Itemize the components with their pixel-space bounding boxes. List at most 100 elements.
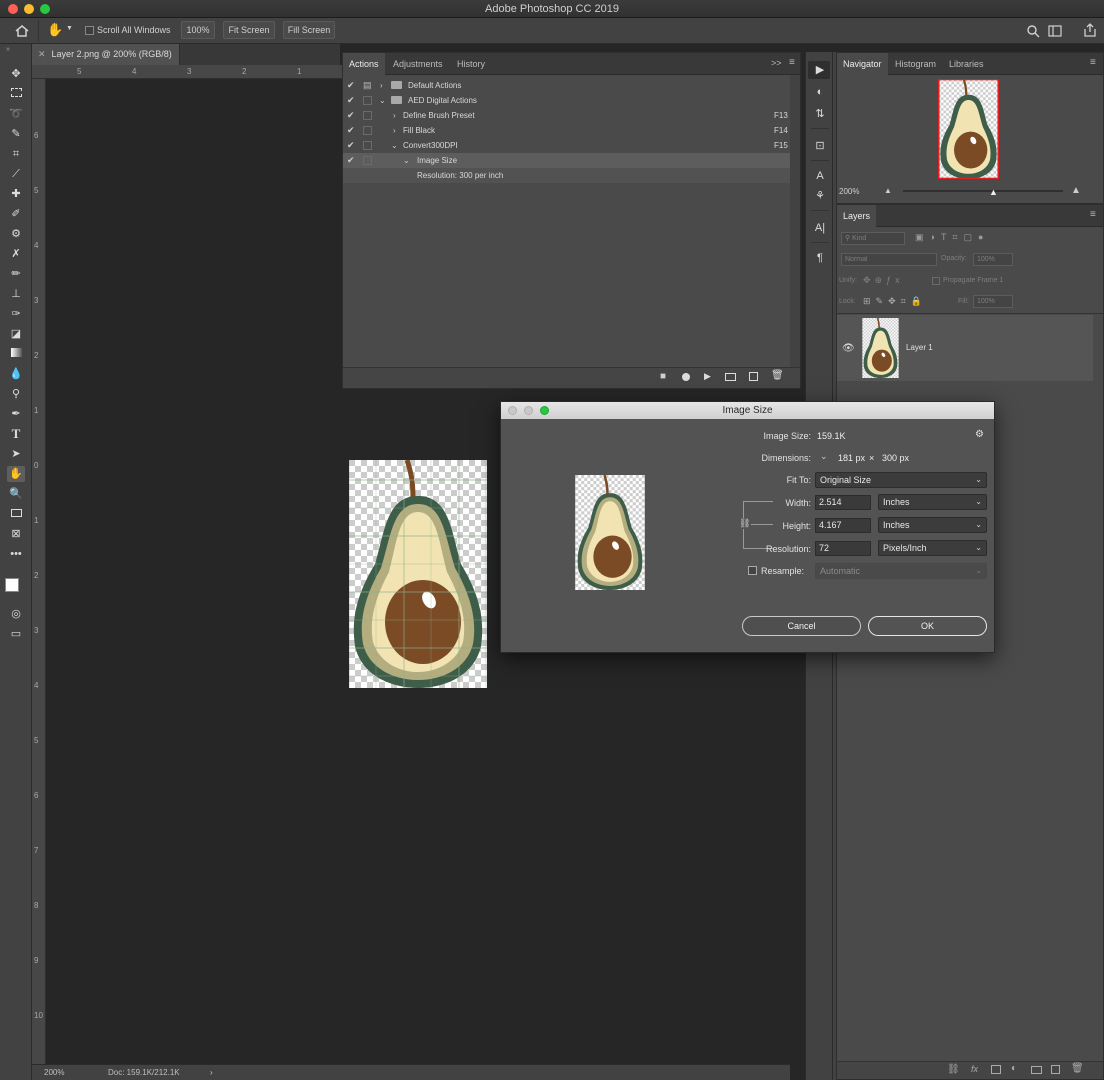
- lasso-tool-icon[interactable]: ➰: [7, 106, 25, 122]
- resample-select[interactable]: Automatic ⌄: [815, 563, 987, 579]
- stamp-tool-icon[interactable]: ⊥: [7, 286, 25, 302]
- screen-mode-icon[interactable]: ▭: [7, 626, 25, 642]
- marquee-tool-icon[interactable]: [7, 86, 25, 102]
- layer-filter-kind[interactable]: ⚲ Kind: [841, 232, 905, 245]
- link-layers-icon[interactable]: ⛓: [947, 1064, 960, 1075]
- height-unit-select[interactable]: Inches ⌄: [878, 517, 987, 533]
- frame-tool-icon[interactable]: ⊠: [7, 526, 25, 542]
- eraser-tool-icon[interactable]: ◪: [7, 326, 25, 342]
- chevron-right-icon[interactable]: ›: [380, 78, 383, 93]
- toggle-dialog-box[interactable]: [363, 141, 372, 150]
- crop-tool-icon[interactable]: ⌗: [7, 146, 25, 162]
- fit-screen-button[interactable]: Fit Screen: [223, 21, 275, 39]
- visibility-eye-icon[interactable]: 👁: [842, 343, 855, 354]
- zoom-100-button[interactable]: 100%: [181, 21, 215, 39]
- brush-tool-icon[interactable]: ✐: [7, 206, 25, 222]
- new-group-icon[interactable]: [1031, 1066, 1042, 1074]
- home-icon[interactable]: [14, 23, 30, 39]
- dimensions-chevron-icon[interactable]: ⌄: [820, 451, 828, 462]
- close-window-button[interactable]: [8, 4, 18, 14]
- delete-layer-icon[interactable]: 🗑: [1071, 1063, 1084, 1074]
- quick-mask-icon[interactable]: ◎: [7, 606, 25, 622]
- history-brush-tool-icon[interactable]: ✗: [7, 246, 25, 262]
- zoom-out-icon[interactable]: ▲: [884, 186, 892, 195]
- tab-history[interactable]: History: [451, 53, 491, 75]
- scroll-all-windows-checkbox[interactable]: [85, 26, 94, 35]
- search-icon[interactable]: [1026, 24, 1040, 38]
- blur-tool-icon[interactable]: 💧: [7, 366, 25, 382]
- cancel-button[interactable]: Cancel: [742, 616, 861, 636]
- eyedropper-tool-icon[interactable]: ⟋: [7, 166, 25, 182]
- pen-tool-icon[interactable]: ✒: [7, 406, 25, 422]
- type-tool-icon[interactable]: T: [7, 426, 25, 442]
- resolution-unit-select[interactable]: Pixels/Inch ⌄: [878, 540, 987, 556]
- action-row[interactable]: ✔ › Define Brush Preset F13: [343, 108, 790, 123]
- resolution-input[interactable]: 72: [815, 541, 871, 556]
- propagate-checkbox[interactable]: [932, 277, 940, 285]
- dialog-minimize-button[interactable]: [524, 406, 533, 415]
- dialog-zoom-button[interactable]: [540, 406, 549, 415]
- toggle-dialog-box[interactable]: [363, 126, 372, 135]
- action-set-row[interactable]: ✔ ▤ › Default Actions: [343, 78, 790, 93]
- image-preview[interactable]: [575, 475, 645, 590]
- paint-brush-tool-icon[interactable]: ✏: [7, 266, 25, 282]
- height-input[interactable]: 4.167: [815, 518, 871, 533]
- layer-row[interactable]: 👁 Layer 1: [837, 315, 1093, 381]
- chevron-right-icon[interactable]: ›: [393, 123, 396, 138]
- adjustments-dock-icon[interactable]: ◐: [812, 84, 828, 100]
- width-unit-select[interactable]: Inches ⌄: [878, 494, 987, 510]
- trash-icon[interactable]: 🗑: [771, 370, 784, 381]
- resample-checkbox[interactable]: [748, 566, 757, 575]
- path-selection-tool-icon[interactable]: ➤: [7, 446, 25, 462]
- toggle-dialog-box[interactable]: [363, 156, 372, 165]
- add-mask-icon[interactable]: [991, 1065, 1001, 1074]
- action-toggle-check-icon[interactable]: ✔: [347, 78, 357, 93]
- tab-navigator[interactable]: Navigator: [837, 53, 888, 75]
- action-row[interactable]: ✔ › Fill Black F14: [343, 123, 790, 138]
- new-layer-icon[interactable]: [1051, 1065, 1060, 1074]
- navigator-zoom-value[interactable]: 200%: [839, 187, 859, 196]
- brush-settings-dock-icon[interactable]: ⊡: [812, 138, 828, 154]
- gradient-tool-icon[interactable]: [7, 346, 25, 362]
- fill-screen-button[interactable]: Fill Screen: [283, 21, 335, 39]
- fit-to-select[interactable]: Original Size ⌄: [815, 472, 987, 488]
- chevron-down-icon[interactable]: ⌄: [391, 138, 398, 153]
- art-history-brush-icon[interactable]: ✑: [7, 306, 25, 322]
- panel-menu-icon[interactable]: ≡: [1090, 57, 1096, 68]
- rectangle-tool-icon[interactable]: [7, 506, 25, 522]
- layer-filter-icons[interactable]: ▣◑T⌗▢●: [915, 232, 989, 243]
- toggle-dialog-icon[interactable]: ▤: [363, 78, 372, 93]
- status-zoom[interactable]: 200%: [44, 1065, 64, 1080]
- zoom-window-button[interactable]: [40, 4, 50, 14]
- settings-gear-icon[interactable]: ⚙: [975, 429, 984, 440]
- action-toggle-check-icon[interactable]: ✔: [347, 93, 357, 108]
- workspace-icon[interactable]: [1048, 24, 1062, 38]
- new-action-icon[interactable]: [749, 372, 758, 381]
- foreground-color-swatch[interactable]: [5, 578, 19, 592]
- zoom-slider-handle[interactable]: ▲: [989, 187, 998, 197]
- close-tab-icon[interactable]: ✕: [38, 49, 46, 59]
- ok-button[interactable]: OK: [868, 616, 987, 636]
- action-set-row[interactable]: ✔ ⌄ AED Digital Actions: [343, 93, 790, 108]
- panel-menu-icon[interactable]: ≡: [789, 57, 795, 68]
- clone-stamp-tool-icon[interactable]: ⚙: [7, 226, 25, 242]
- play-icon[interactable]: ▶: [704, 371, 711, 382]
- healing-brush-tool-icon[interactable]: ✚: [7, 186, 25, 202]
- unify-icons[interactable]: ✥⊕ƒx: [863, 275, 904, 286]
- navigator-zoom-slider[interactable]: [903, 190, 1063, 192]
- tab-adjustments[interactable]: Adjustments: [387, 53, 449, 75]
- more-tools-icon[interactable]: •••: [7, 546, 25, 562]
- dodge-tool-icon[interactable]: ⚲: [7, 386, 25, 402]
- chevron-down-icon[interactable]: ⌄: [403, 153, 410, 168]
- tab-histogram[interactable]: Histogram: [889, 53, 942, 75]
- actions-scrollbar[interactable]: [790, 75, 800, 367]
- history-dock-icon[interactable]: ⇅: [812, 106, 828, 122]
- hand-tool-icon[interactable]: ✋: [47, 22, 63, 38]
- opacity-field[interactable]: 100%: [973, 253, 1013, 266]
- expand-panel-icon[interactable]: >>: [771, 58, 782, 68]
- fx-icon[interactable]: fx: [971, 1064, 978, 1074]
- action-step-row-selected[interactable]: ✔ ⌄ Image Size: [343, 153, 790, 168]
- width-input[interactable]: 2.514: [815, 495, 871, 510]
- hand-tool-active-icon[interactable]: ✋: [7, 466, 25, 482]
- navigator-thumbnail[interactable]: [938, 79, 999, 179]
